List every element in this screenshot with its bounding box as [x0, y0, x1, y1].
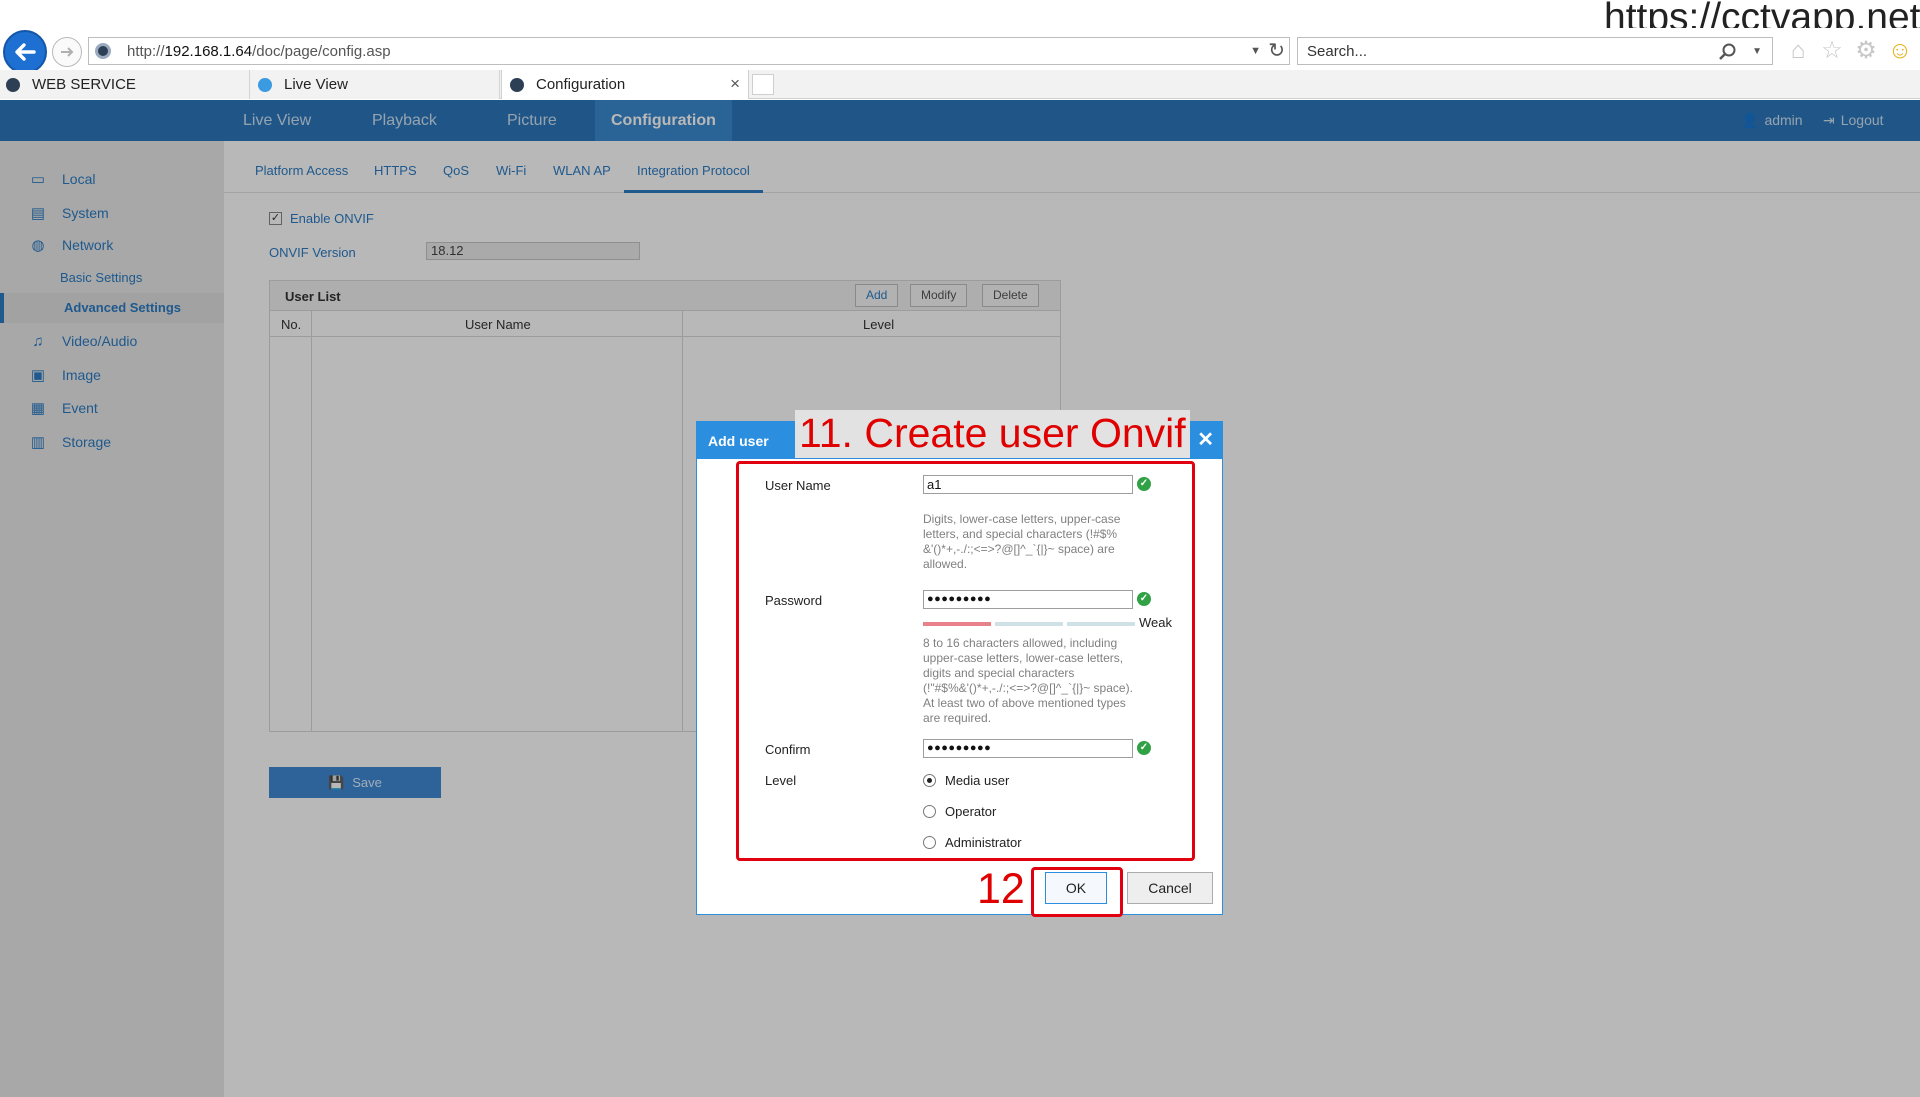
new-tab-button[interactable] — [752, 74, 774, 95]
tab-label: Live View — [284, 76, 348, 93]
browser-tab-bar: WEB SERVICE Live View Configuration × — [0, 70, 1920, 99]
arrow-right-icon — [61, 47, 74, 57]
settings-gear-icon[interactable]: ⚙ — [1853, 38, 1879, 64]
tab-favicon-icon — [510, 77, 524, 92]
browser-tab-live-view[interactable]: Live View — [250, 70, 500, 99]
home-icon[interactable]: ⌂ — [1785, 38, 1811, 64]
site-favicon-icon — [95, 43, 111, 59]
cancel-button[interactable]: Cancel — [1127, 872, 1213, 904]
address-url: http://192.168.1.64/doc/page/config.asp — [127, 42, 391, 60]
browser-search-input[interactable] — [1307, 43, 1707, 60]
search-dropdown-icon[interactable]: ▼ — [1752, 46, 1762, 57]
annotation-step-11: 11. Create user Onvif — [795, 410, 1190, 458]
browser-tab-web-service[interactable]: WEB SERVICE — [0, 70, 250, 99]
annotation-form-highlight — [736, 461, 1195, 861]
tab-label: WEB SERVICE — [32, 76, 136, 93]
browser-search-box[interactable]: ▼ — [1297, 37, 1773, 65]
feedback-smiley-icon[interactable]: ☺ — [1887, 38, 1913, 64]
ie-favicon-icon — [258, 77, 272, 92]
annotation-step-12: 12 — [977, 865, 1025, 913]
dialog-title: Add user — [708, 433, 769, 449]
tab-favicon-icon — [6, 77, 20, 92]
address-dropdown-icon[interactable]: ▼ — [1250, 45, 1261, 57]
tab-label: Configuration — [536, 76, 626, 93]
favorites-star-icon[interactable]: ☆ — [1819, 38, 1845, 64]
browser-tab-configuration[interactable]: Configuration × — [501, 70, 749, 99]
search-icon[interactable] — [1718, 42, 1738, 62]
forward-button[interactable] — [52, 37, 82, 67]
close-icon[interactable]: ✕ — [1197, 428, 1214, 452]
arrow-left-icon — [15, 43, 36, 61]
annotation-ok-highlight — [1031, 867, 1123, 917]
browser-address-row: http://192.168.1.64/doc/page/config.asp … — [0, 28, 1920, 74]
refresh-icon[interactable]: ↻ — [1268, 40, 1285, 62]
back-button[interactable] — [3, 30, 47, 74]
address-bar[interactable]: http://192.168.1.64/doc/page/config.asp … — [88, 37, 1290, 65]
close-tab-icon[interactable]: × — [730, 74, 740, 94]
